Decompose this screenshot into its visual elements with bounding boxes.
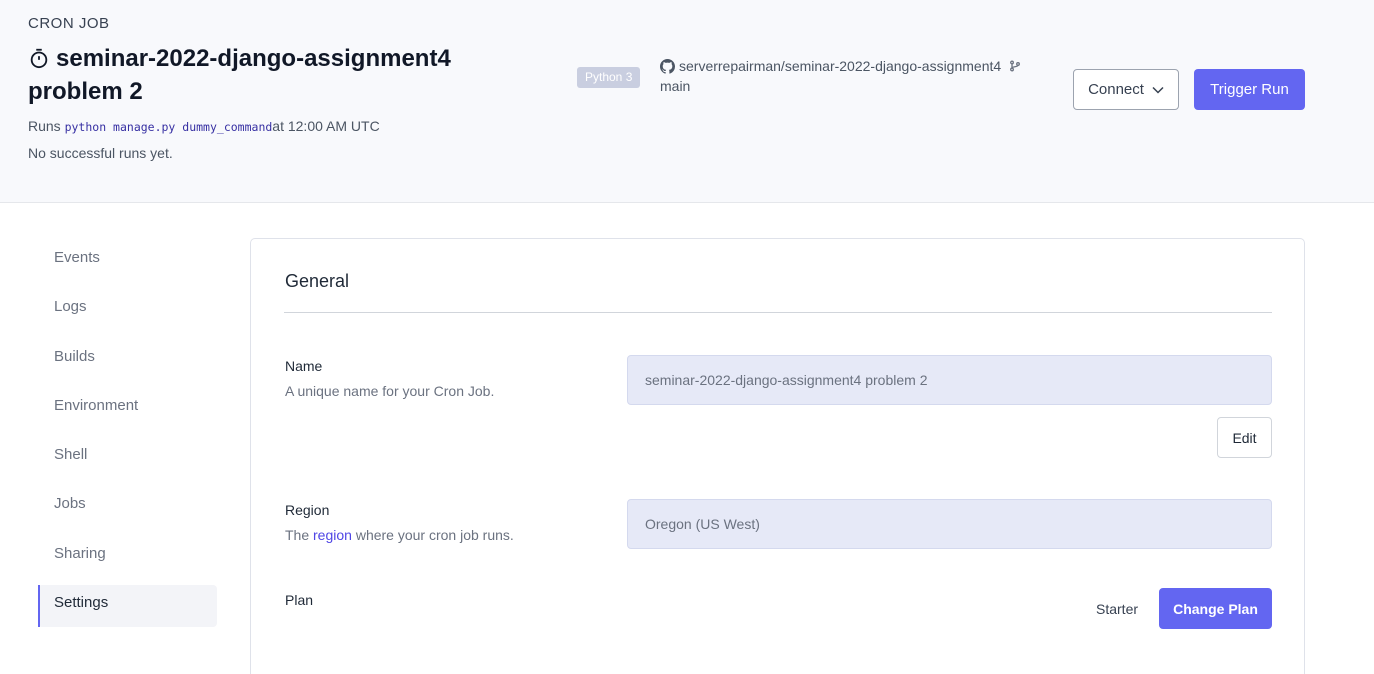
sidebar-item-settings[interactable]: Settings xyxy=(38,585,217,628)
language-badge: Python 3 xyxy=(577,67,641,88)
plan-label: Plan xyxy=(285,592,314,608)
edit-name-button[interactable]: Edit xyxy=(1217,417,1272,458)
branch-name: main xyxy=(660,78,691,94)
sidebar-item-jobs[interactable]: Jobs xyxy=(28,486,218,528)
section-divider xyxy=(284,312,1272,313)
github-icon xyxy=(660,59,675,74)
plan-value: Starter xyxy=(1096,601,1139,617)
sidebar-item-environment[interactable]: Environment xyxy=(28,388,218,430)
sidebar-item-logs[interactable]: Logs xyxy=(28,289,218,331)
change-plan-button[interactable]: Change Plan xyxy=(1159,588,1272,629)
service-kind-label: CRON JOB xyxy=(28,15,110,32)
connect-button[interactable]: Connect xyxy=(1073,69,1179,110)
git-branch-icon xyxy=(1010,60,1021,72)
region-label: Region xyxy=(285,502,330,518)
chevron-down-icon xyxy=(1152,86,1164,94)
sidebar-item-builds[interactable]: Builds xyxy=(28,339,218,381)
service-name: seminar-2022-django-assignment4 problem … xyxy=(28,45,451,105)
schedule-line: Runs python manage.py dummy_commandat 12… xyxy=(28,118,380,134)
stopwatch-icon xyxy=(30,48,48,69)
repo-info[interactable]: serverrepairman/seminar-2022-django-assi… xyxy=(660,56,1021,96)
service-header: CRON JOB seminar-2022-django-assignment4… xyxy=(0,0,1374,203)
sidebar-nav: Events Logs Builds Environment Shell Job… xyxy=(28,240,218,634)
sidebar-item-shell[interactable]: Shell xyxy=(28,437,218,479)
repo-link[interactable]: serverrepairman/seminar-2022-django-assi… xyxy=(679,58,1001,74)
general-settings-panel: General Name A unique name for your Cron… xyxy=(250,238,1305,674)
sidebar-item-sharing[interactable]: Sharing xyxy=(28,536,218,578)
region-field[interactable] xyxy=(627,499,1272,549)
command-code: python manage.py dummy_command xyxy=(64,120,273,134)
trigger-run-button[interactable]: Trigger Run xyxy=(1194,69,1305,110)
section-title: General xyxy=(285,271,350,291)
name-field[interactable] xyxy=(627,355,1272,405)
region-link[interactable]: region xyxy=(313,527,352,543)
sidebar-item-events[interactable]: Events xyxy=(28,240,218,282)
name-label: Name xyxy=(285,358,323,374)
page-title: seminar-2022-django-assignment4 problem … xyxy=(28,42,508,108)
run-status: No successful runs yet. xyxy=(28,145,173,161)
name-description: A unique name for your Cron Job. xyxy=(285,383,495,399)
region-description: The region where your cron job runs. xyxy=(285,527,514,543)
